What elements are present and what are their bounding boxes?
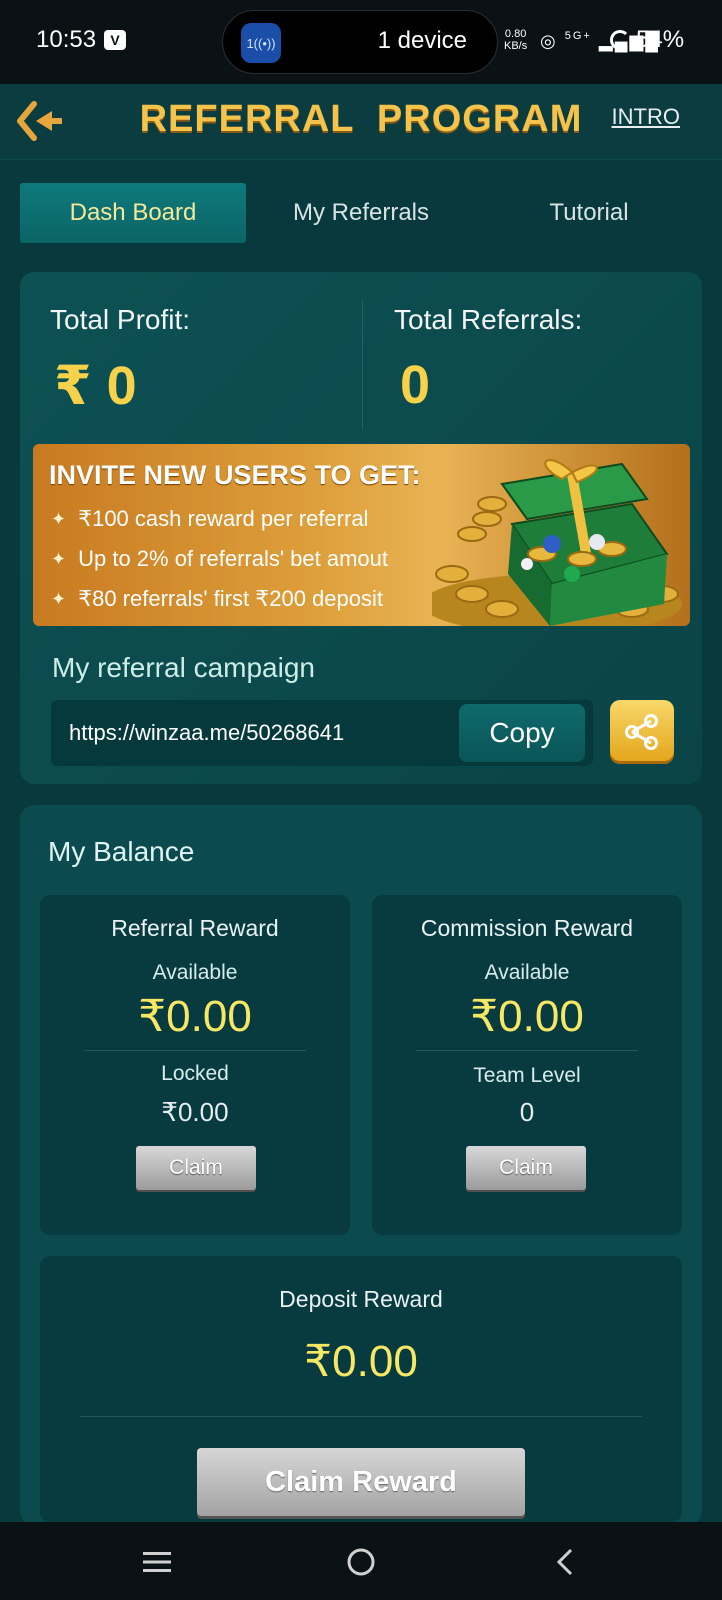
team-level-value: 0 bbox=[519, 1097, 535, 1127]
sparkle-icon: ✦ bbox=[51, 508, 67, 529]
treasure-chest-icon bbox=[432, 459, 682, 626]
app-header: REFERRAL PROGRAM INTRO bbox=[0, 84, 722, 160]
battery-icon bbox=[610, 30, 630, 50]
divider bbox=[416, 1050, 638, 1051]
battery-indicator: 54% bbox=[610, 26, 684, 54]
banner-item: ✦ Up to 2% of referrals' bet amout bbox=[51, 546, 388, 571]
referral-reward-card: Referral Reward Available ₹0.00 Locked ₹… bbox=[40, 895, 350, 1235]
my-balance-title: My Balance bbox=[48, 836, 195, 867]
referral-reward-title: Referral Reward bbox=[111, 915, 279, 941]
commission-claim-button[interactable]: Claim bbox=[466, 1146, 586, 1190]
system-back-button[interactable] bbox=[545, 1542, 585, 1582]
broadcast-icon: 1 ((•)) bbox=[241, 23, 281, 63]
share-icon bbox=[625, 714, 658, 750]
sparkle-icon: ✦ bbox=[51, 588, 67, 609]
app-badge-icon: V bbox=[104, 30, 126, 50]
divider bbox=[84, 1050, 306, 1051]
total-profit-value: ₹ 0 bbox=[54, 356, 137, 416]
deposit-reward-title: Deposit Reward bbox=[279, 1286, 443, 1312]
deposit-reward-amount: ₹0.00 bbox=[304, 1337, 418, 1386]
commission-reward-card: Commission Reward Available ₹0.00 Team L… bbox=[372, 895, 682, 1235]
divider bbox=[80, 1416, 642, 1417]
team-level-label: Team Level bbox=[473, 1064, 581, 1087]
network-type: 5G+ bbox=[564, 30, 592, 42]
system-nav-bar bbox=[0, 1522, 722, 1600]
referral-available-label: Available bbox=[152, 961, 238, 984]
claim-reward-button[interactable]: Claim Reward bbox=[197, 1448, 525, 1516]
referral-link-text[interactable]: https://winzaa.me/50268641 bbox=[69, 720, 344, 746]
status-time: 10:53 bbox=[36, 26, 97, 53]
banner-title: INVITE NEW USERS TO GET: bbox=[49, 460, 421, 490]
referral-locked-amount: ₹0.00 bbox=[161, 1097, 229, 1127]
commission-available-amount: ₹0.00 bbox=[470, 992, 584, 1041]
hotspot-icon: ◎ bbox=[540, 31, 558, 51]
chevron-left-icon bbox=[556, 1548, 573, 1576]
device-pill[interactable]: 1 ((•)) 1 device bbox=[222, 10, 498, 74]
referral-available-amount: ₹0.00 bbox=[138, 992, 252, 1041]
sparkle-icon: ✦ bbox=[51, 548, 67, 569]
intro-link[interactable]: INTRO bbox=[612, 104, 680, 130]
tab-dashboard[interactable]: Dash Board bbox=[20, 183, 246, 243]
campaign-label: My referral campaign bbox=[52, 652, 315, 683]
total-profit-label: Total Profit: bbox=[50, 304, 191, 335]
referral-locked-label: Locked bbox=[161, 1062, 229, 1085]
tab-my-referrals[interactable]: My Referrals bbox=[248, 183, 474, 243]
copy-button[interactable]: Copy bbox=[459, 704, 585, 762]
total-referrals-value: 0 bbox=[400, 355, 431, 415]
recent-apps-button[interactable] bbox=[137, 1542, 177, 1582]
menu-icon bbox=[143, 1552, 171, 1572]
total-referrals-label: Total Referrals: bbox=[394, 304, 583, 335]
invite-banner: INVITE NEW USERS TO GET: ✦ ₹100 cash rewa… bbox=[33, 444, 690, 626]
referral-claim-button[interactable]: Claim bbox=[136, 1146, 256, 1190]
referral-link-box: https://winzaa.me/50268641 Copy bbox=[51, 700, 593, 766]
summary-divider bbox=[362, 300, 363, 430]
commission-reward-title: Commission Reward bbox=[420, 915, 634, 941]
status-bar: 10:53 V 1 ((•)) 1 device 0.80 KB/s ◎ 5G+ … bbox=[0, 0, 722, 84]
network-speed: 0.80 KB/s bbox=[504, 28, 528, 52]
share-button[interactable] bbox=[610, 700, 674, 764]
home-button[interactable] bbox=[341, 1542, 381, 1582]
commission-available-label: Available bbox=[484, 961, 570, 984]
banner-item: ✦ ₹80 referrals' first ₹200 deposit bbox=[51, 586, 383, 611]
home-circle-icon bbox=[347, 1548, 375, 1576]
banner-item: ✦ ₹100 cash reward per referral bbox=[51, 506, 369, 531]
device-pill-text: 1 device bbox=[377, 27, 467, 54]
tab-bar: Dash Board My Referrals Tutorial bbox=[20, 183, 702, 243]
tab-tutorial[interactable]: Tutorial bbox=[476, 183, 702, 243]
